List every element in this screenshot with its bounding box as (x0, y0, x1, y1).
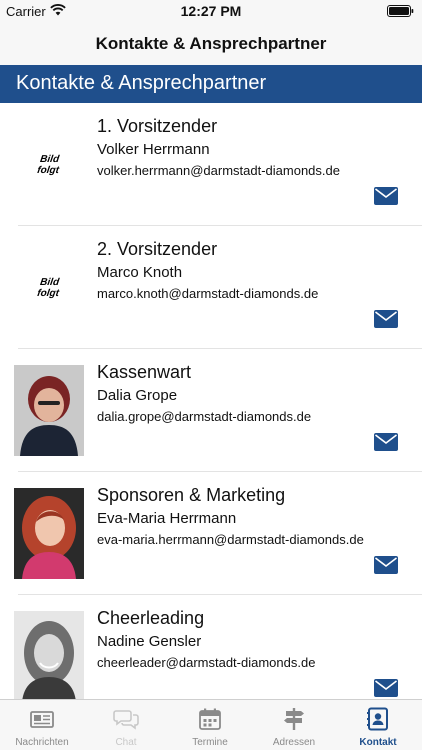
mail-icon[interactable] (374, 679, 398, 697)
contact-name: Volker Herrmann (97, 141, 210, 158)
portrait-photo (14, 365, 84, 456)
placeholder-text: Bild folgt (36, 153, 60, 176)
tab-label: Chat (115, 737, 137, 748)
portrait-photo (14, 488, 84, 579)
tab-label: Termine (192, 737, 228, 748)
mail-icon[interactable] (374, 433, 398, 451)
contact-role: 2. Vorsitzender (97, 239, 218, 259)
photo-placeholder: Bild folgt (14, 242, 84, 333)
contact-photo: Bild folgt (14, 119, 84, 210)
newspaper-icon (30, 711, 54, 728)
contact-role: Sponsoren & Marketing (97, 485, 286, 505)
tab-label: Adressen (272, 737, 316, 748)
portrait-photo (14, 611, 84, 699)
tab-label: Nachrichten (15, 737, 69, 748)
contact-photo (14, 365, 84, 456)
mail-icon[interactable] (374, 556, 398, 574)
status-bar: Carrier 12:27 PM (0, 0, 422, 22)
tab-kontakt[interactable]: Kontakt (336, 700, 420, 750)
chat-bubbles-icon (113, 710, 139, 730)
contact-name: Eva-Maria Herrmann (97, 510, 237, 527)
contact-email[interactable]: volker.herrmann@darmstadt-diamonds.de (97, 163, 340, 178)
tab-chat[interactable]: Chat (84, 700, 168, 750)
contact-name: Dalia Grope (97, 387, 178, 404)
tab-termine[interactable]: Termine (168, 700, 252, 750)
calendar-icon (199, 708, 221, 730)
clock: 12:27 PM (180, 3, 242, 19)
contact-photo: Bild folgt (14, 242, 84, 333)
contact-name: Nadine Gensler (97, 633, 202, 650)
contact-photo (14, 488, 84, 579)
tab-bar: Nachrichten Chat Termine Adressen Kontak… (0, 699, 422, 750)
mail-icon[interactable] (374, 187, 398, 205)
tab-adressen[interactable]: Adressen (252, 700, 336, 750)
contact-email[interactable]: cheerleader@darmstadt-diamonds.de (97, 655, 315, 670)
battery-icon (387, 5, 414, 17)
contact-list[interactable]: Bild folgt 1. Vorsitzender Volker Herrma… (0, 103, 422, 699)
contact-row[interactable]: Cheerleading Nadine Gensler cheerleader@… (0, 595, 422, 699)
contact-email[interactable]: marco.knoth@darmstadt-diamonds.de (97, 286, 318, 301)
tab-nachrichten[interactable]: Nachrichten (0, 700, 84, 750)
contact-email[interactable]: dalia.grope@darmstadt-diamonds.de (97, 409, 311, 424)
placeholder-text: Bild folgt (36, 276, 60, 299)
mail-icon[interactable] (374, 310, 398, 328)
section-header: Kontakte & Ansprechpartner (0, 65, 422, 103)
contact-email[interactable]: eva-maria.herrmann@darmstadt-diamonds.de (97, 532, 364, 547)
contact-photo (14, 611, 84, 699)
contact-row[interactable]: Sponsoren & Marketing Eva-Maria Herrmann… (0, 472, 422, 595)
page-title: Kontakte & Ansprechpartner (95, 34, 327, 53)
contact-row[interactable]: Bild folgt 1. Vorsitzender Volker Herrma… (0, 103, 422, 226)
photo-placeholder: Bild folgt (14, 119, 84, 210)
navigation-bar: Kontakte & Ansprechpartner (0, 22, 422, 65)
contact-role: Kassenwart (97, 362, 192, 382)
contact-role: Cheerleading (97, 608, 205, 628)
signpost-icon (284, 708, 304, 730)
tab-label: Kontakt (359, 737, 397, 748)
contact-row[interactable]: Bild folgt 2. Vorsitzender Marco Knoth m… (0, 226, 422, 349)
contact-role: 1. Vorsitzender (97, 116, 218, 136)
contact-row[interactable]: Kassenwart Dalia Grope dalia.grope@darms… (0, 349, 422, 472)
contact-name: Marco Knoth (97, 264, 183, 281)
contact-book-icon (367, 707, 388, 731)
